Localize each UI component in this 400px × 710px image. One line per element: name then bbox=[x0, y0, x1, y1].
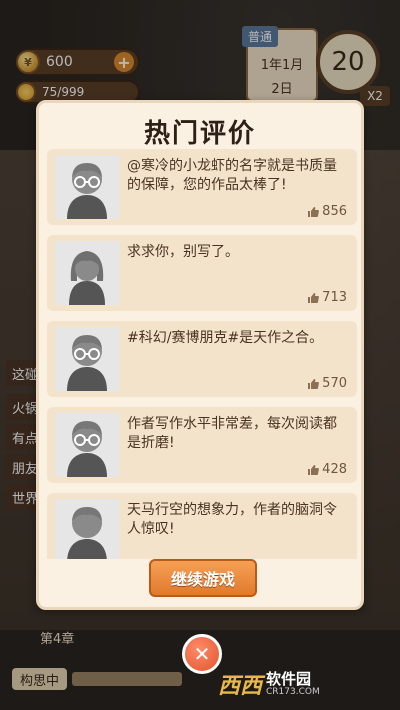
like-value: 428 bbox=[322, 462, 347, 477]
like-count[interactable]: 713 bbox=[307, 290, 347, 305]
avatar-glasses-icon bbox=[55, 155, 119, 219]
review-card: 作者写作水平非常差，每次阅读都是折磨! 428 bbox=[47, 407, 357, 483]
thumbs-up-icon bbox=[308, 206, 320, 217]
watermark-name: 软件园 bbox=[266, 670, 312, 688]
watermark: 西西 软件园 CR173.COM bbox=[218, 664, 394, 704]
review-text: 作者写作水平非常差，每次阅读都是折磨! bbox=[127, 416, 337, 451]
avatar-glasses-icon bbox=[55, 327, 119, 391]
like-count[interactable]: 856 bbox=[307, 204, 347, 219]
continue-game-button[interactable]: 继续游戏 bbox=[149, 559, 257, 597]
thumbs-up-icon bbox=[308, 292, 320, 303]
avatar-glasses-icon bbox=[55, 413, 119, 477]
review-card: #科幻/赛博朋克#是天作之合。 570 bbox=[47, 321, 357, 397]
avatar-long-hair-icon bbox=[55, 241, 119, 305]
review-text: @寒冷的小龙虾的名字就是书质量的保障，您的作品太棒了! bbox=[127, 158, 337, 193]
watermark-url: CR173.COM bbox=[266, 687, 320, 697]
reviews-modal: 热门评价 @寒冷的小龙虾的名字就是书质量的保障，您的作品太棒了! 856 求求你… bbox=[36, 100, 364, 610]
like-count[interactable]: 570 bbox=[307, 376, 347, 391]
modal-title: 热门评价 bbox=[143, 119, 256, 149]
like-value: 856 bbox=[322, 204, 347, 219]
review-card: 天马行空的想象力，作者的脑洞令人惊叹! bbox=[47, 493, 357, 559]
avatar-glasses-icon bbox=[55, 499, 119, 559]
like-value: 713 bbox=[322, 290, 347, 305]
like-count[interactable]: 428 bbox=[307, 462, 347, 477]
thumbs-up-icon bbox=[308, 378, 320, 389]
review-list[interactable]: @寒冷的小龙虾的名字就是书质量的保障，您的作品太棒了! 856 求求你，别写了。 bbox=[47, 149, 359, 559]
close-icon[interactable]: ✕ bbox=[182, 634, 222, 674]
like-value: 570 bbox=[322, 376, 347, 391]
review-card: @寒冷的小龙虾的名字就是书质量的保障，您的作品太棒了! 856 bbox=[47, 149, 357, 225]
review-card: 求求你，别写了。 713 bbox=[47, 235, 357, 311]
watermark-logo: 西西 bbox=[218, 674, 263, 699]
review-text: 求求你，别写了。 bbox=[127, 244, 239, 260]
thumbs-up-icon bbox=[308, 464, 320, 475]
review-text: 天马行空的想象力，作者的脑洞令人惊叹! bbox=[127, 502, 337, 537]
review-text: #科幻/赛博朋克#是天作之合。 bbox=[127, 330, 324, 346]
